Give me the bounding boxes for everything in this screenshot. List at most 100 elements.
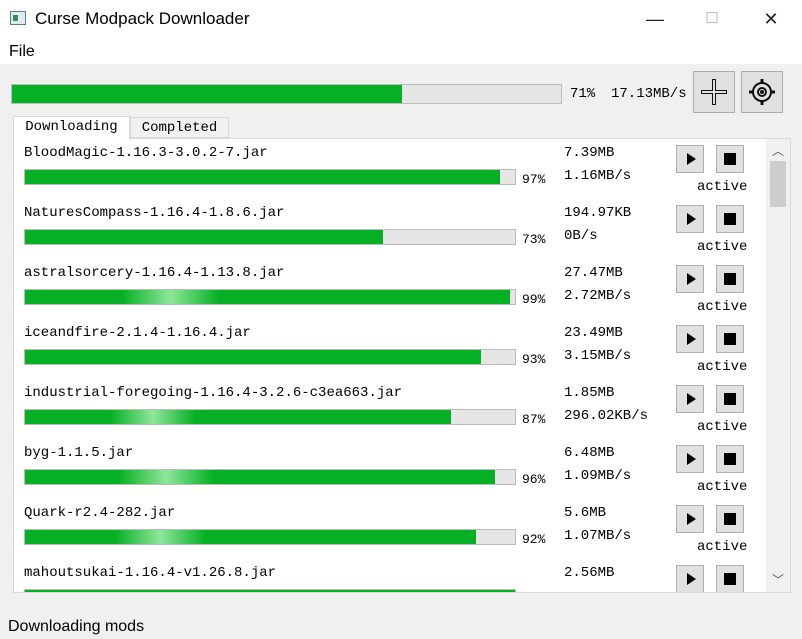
stop-button[interactable]: [716, 205, 744, 233]
item-size: 1.85MB: [564, 385, 615, 401]
overall-progress-bar: [11, 84, 562, 104]
download-item: byg-1.1.5.jar 96% 6.48MB 1.09MB/s active: [14, 439, 766, 499]
stop-icon: [724, 573, 736, 585]
item-progress-bar: [24, 169, 516, 185]
item-status: active: [697, 539, 748, 555]
item-percent: 99%: [522, 292, 546, 307]
settings-button[interactable]: [741, 71, 783, 113]
play-icon: [686, 333, 696, 345]
resume-button[interactable]: [676, 445, 704, 473]
overall-progress-fill: [12, 85, 402, 103]
play-icon: [686, 153, 696, 165]
stop-button[interactable]: [716, 565, 744, 592]
item-progress-fill: [25, 170, 501, 184]
resume-button[interactable]: [676, 265, 704, 293]
download-item: astralsorcery-1.16.4-1.13.8.jar 99% 27.47M…: [14, 259, 766, 319]
item-filename: industrial-foregoing-1.16.4-3.2.6-c3ea66…: [24, 385, 403, 401]
stop-icon: [724, 333, 736, 345]
play-icon: [686, 513, 696, 525]
item-status: active: [697, 179, 748, 195]
resume-button[interactable]: [676, 565, 704, 592]
item-progress-bar: [24, 469, 516, 485]
resume-button[interactable]: [676, 325, 704, 353]
tab-downloading[interactable]: Downloading: [13, 116, 130, 140]
item-progress-bar: [24, 349, 516, 365]
play-icon: [686, 393, 696, 405]
item-progress-bar: [24, 589, 516, 592]
tab-completed[interactable]: Completed: [130, 117, 229, 138]
item-progress-fill: [25, 530, 476, 544]
vertical-scrollbar[interactable]: ︿ ﹀: [766, 139, 790, 592]
resume-button[interactable]: [676, 145, 704, 173]
play-icon: [686, 273, 696, 285]
item-size: 5.6MB: [564, 505, 607, 521]
item-speed: 1.16MB/s: [564, 168, 632, 184]
item-percent: 97%: [522, 172, 546, 187]
item-percent: 92%: [522, 532, 546, 547]
item-progress-fill: [25, 470, 496, 484]
add-modpack-button[interactable]: [693, 71, 735, 113]
stop-icon: [724, 273, 736, 285]
stop-icon: [724, 153, 736, 165]
scroll-down-icon[interactable]: ﹀: [766, 570, 790, 590]
stop-icon: [724, 393, 736, 405]
stop-icon: [724, 453, 736, 465]
item-progress-fill: [25, 590, 515, 592]
downloads-list-content: BloodMagic-1.16.3-3.0.2-7.jar 97% 7.39MB 1.…: [14, 139, 766, 592]
item-filename: astralsorcery-1.16.4-1.13.8.jar: [24, 265, 285, 281]
title-bar: Curse Modpack Downloader — ☐ ✕: [0, 0, 802, 38]
overall-percent: 71%: [570, 86, 596, 102]
status-bar-text: Downloading mods: [8, 618, 145, 635]
item-speed: 2.72MB/s: [564, 288, 632, 304]
item-filename: iceandfire-2.1.4-1.16.4.jar: [24, 325, 251, 341]
scroll-up-icon[interactable]: ︿: [766, 141, 790, 161]
item-size: 6.48MB: [564, 445, 615, 461]
play-icon: [686, 213, 696, 225]
resume-button[interactable]: [676, 505, 704, 533]
item-progress-fill: [25, 410, 452, 424]
stop-button[interactable]: [716, 145, 744, 173]
item-filename: Quark-r2.4-282.jar: [24, 505, 176, 521]
item-speed: 0B/s: [564, 228, 598, 244]
scrollbar-thumb[interactable]: [770, 161, 786, 207]
item-status: active: [697, 239, 748, 255]
play-icon: [686, 453, 696, 465]
resume-button[interactable]: [676, 385, 704, 413]
item-progress-bar: [24, 529, 516, 545]
item-speed: 3.15MB/s: [564, 348, 632, 364]
overall-speed: 17.13MB/s: [611, 86, 687, 102]
stop-icon: [724, 213, 736, 225]
stop-button[interactable]: [716, 325, 744, 353]
item-speed: 1.07MB/s: [564, 528, 632, 544]
add-icon: [701, 79, 727, 105]
download-item: industrial-foregoing-1.16.4-3.2.6-c3ea66…: [14, 379, 766, 439]
stop-button[interactable]: [716, 505, 744, 533]
item-size: 7.39MB: [564, 145, 615, 161]
item-progress-bar: [24, 409, 516, 425]
item-status: active: [697, 359, 748, 375]
maximize-button[interactable]: ☐: [689, 0, 735, 38]
stop-button[interactable]: [716, 445, 744, 473]
item-percent: 96%: [522, 472, 546, 487]
minimize-button[interactable]: —: [632, 0, 678, 38]
item-status: active: [697, 299, 748, 315]
item-size: 23.49MB: [564, 325, 623, 341]
item-progress-fill: [25, 290, 511, 304]
item-filename: NaturesCompass-1.16.4-1.8.6.jar: [24, 205, 285, 221]
item-percent: 87%: [522, 412, 546, 427]
stop-button[interactable]: [716, 265, 744, 293]
item-size: 27.47MB: [564, 265, 623, 281]
item-size: 194.97KB: [564, 205, 632, 221]
close-button[interactable]: ✕: [748, 0, 794, 38]
item-percent: 73%: [522, 232, 546, 247]
download-item: NaturesCompass-1.16.4-1.8.6.jar 73% 194.97…: [14, 199, 766, 259]
download-item: mahoutsukai-1.16.4-v1.26.8.jar 2.56MB: [14, 559, 766, 592]
menu-file[interactable]: File: [9, 43, 35, 61]
downloads-list: BloodMagic-1.16.3-3.0.2-7.jar 97% 7.39MB 1.…: [13, 138, 791, 593]
item-filename: byg-1.1.5.jar: [24, 445, 134, 461]
resume-button[interactable]: [676, 205, 704, 233]
item-percent: 93%: [522, 352, 546, 367]
item-progress-bar: [24, 229, 516, 245]
stop-button[interactable]: [716, 385, 744, 413]
play-icon: [686, 573, 696, 585]
